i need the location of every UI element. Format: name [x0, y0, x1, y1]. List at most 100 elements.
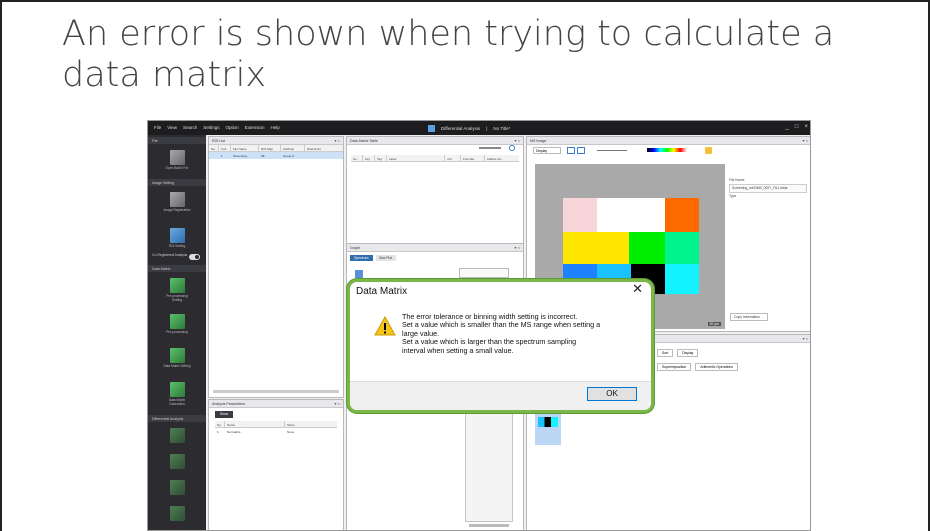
- show-parameters-button[interactable]: Show: [215, 411, 233, 418]
- fit-icon[interactable]: [567, 147, 575, 154]
- menu-file[interactable]: File: [154, 125, 161, 130]
- data-matrix-setting-button[interactable]: Data Matrix Setting: [161, 347, 193, 379]
- ms-pixel: [597, 198, 665, 232]
- dm-col-tag[interactable]: Tag: [375, 155, 387, 161]
- sort-button[interactable]: Sort: [657, 349, 674, 357]
- preprocessing-setting-label: Pre-processing Setting: [166, 294, 188, 302]
- panel-close-icon[interactable]: ▾ ×: [335, 138, 340, 143]
- roi-cell: [209, 152, 219, 159]
- close-window-button[interactable]: ×: [804, 124, 808, 130]
- ok-button[interactable]: OK: [587, 387, 637, 401]
- thumbnail-list-item[interactable]: [535, 413, 561, 445]
- warning-icon: [374, 316, 396, 336]
- menu-extension[interactable]: Extension: [245, 125, 265, 130]
- param-col-show[interactable]: Show: [285, 421, 305, 427]
- roi-list-title: ROI List ▾ ×: [209, 137, 343, 145]
- search-icon[interactable]: [509, 145, 515, 151]
- preprocessing-setting-button[interactable]: Pre-processing Setting: [161, 277, 193, 309]
- graph-scrollbar[interactable]: [469, 524, 509, 527]
- roi-list-header: Na Unit File Name ROI Map Attribute Data…: [209, 145, 343, 152]
- superimposition-button[interactable]: Superimposition: [657, 363, 692, 371]
- menu-view[interactable]: View: [167, 125, 177, 130]
- tab-spectrum[interactable]: Spectrum: [350, 255, 373, 261]
- panel-close-icon[interactable]: ▾ ×: [515, 138, 520, 143]
- maximize-button[interactable]: □: [795, 124, 799, 130]
- display-button[interactable]: Display: [677, 349, 699, 357]
- menu-option[interactable]: Option: [225, 125, 238, 130]
- roi-col-attribute[interactable]: Attribute: [281, 145, 305, 151]
- ms-image-toolbar: Display: [527, 145, 810, 157]
- roi-col-data-point[interactable]: Data Point: [305, 145, 343, 151]
- co-registered-toggle[interactable]: Co-Registered Analysis: [152, 253, 202, 263]
- slider-track[interactable]: [479, 147, 501, 149]
- panel-close-icon[interactable]: ▾ ×: [335, 401, 340, 406]
- minimize-button[interactable]: _: [786, 124, 789, 130]
- differential-button-4[interactable]: [161, 505, 193, 530]
- differential-3-icon: [169, 480, 185, 495]
- intensity-slider[interactable]: [597, 150, 627, 151]
- roi-list-scrollbar[interactable]: [213, 390, 339, 393]
- panel-close-icon[interactable]: ▾ ×: [515, 245, 520, 250]
- ms-image-info: File Name Screening_weSIMS_0097_FA1.imda…: [729, 177, 807, 200]
- ribbon-sidebar: File Open Batch File Image Setting Image…: [148, 135, 206, 530]
- analysis-parameters-panel: Analysis Parameters ▾ × Show No. Name Sh…: [208, 399, 344, 530]
- menu-search[interactable]: Search: [183, 125, 197, 130]
- dialog-message: The error tolerance or binning width set…: [402, 312, 648, 355]
- graph-tabs: Spectrum Box Plot: [347, 252, 523, 264]
- scale-bar-label: 20 µm: [707, 322, 721, 326]
- param-col-no[interactable]: No.: [215, 421, 225, 427]
- ribbon-section-file: File: [148, 137, 206, 144]
- title-bar: File View Search Settings Option Extensi…: [148, 121, 810, 135]
- dialog-footer: OK: [350, 381, 651, 410]
- zoom-icon[interactable]: [577, 147, 585, 154]
- data-matrix-calculation-button[interactable]: Data Matrix Calculation: [161, 381, 193, 413]
- dm-col-label[interactable]: Label: [387, 155, 445, 161]
- preprocessing-button[interactable]: Pre-processing: [161, 313, 193, 345]
- tab-box-plot[interactable]: Box Plot: [375, 255, 397, 261]
- arithmetic-operations-button[interactable]: Arithmetic Operations: [695, 363, 738, 371]
- file-name-value: Screening_weSIMS_0097_FA1.imda: [729, 184, 807, 193]
- dm-col-grp[interactable]: Grp: [363, 155, 375, 161]
- display-dropdown[interactable]: Display: [533, 147, 561, 154]
- graph-dropdown[interactable]: [459, 268, 509, 278]
- dm-col-formula[interactable]: Formula: [461, 155, 485, 161]
- param-cell: Normalize: [227, 429, 241, 434]
- image-registration-icon: [169, 192, 185, 207]
- co-registered-label: Co-Registered Analysis: [152, 253, 188, 257]
- ms-pixel: [665, 232, 699, 264]
- param-cell: None: [287, 429, 295, 434]
- dialog-close-button[interactable]: ✕: [632, 282, 643, 297]
- sun-icon[interactable]: [705, 147, 712, 154]
- slide-title: An error is shown when trying to calcula…: [62, 14, 835, 95]
- copy-information-button[interactable]: Copy Information: [730, 313, 768, 321]
- ribbon-section-data-matrix: Data Matrix: [148, 265, 206, 272]
- menu-settings[interactable]: Settings: [203, 125, 219, 130]
- data-matrix-table-header: No. Grp Tag Label m/z Formula Adduct Ion: [351, 155, 519, 162]
- panel-close-icon[interactable]: ▾ ×: [803, 336, 808, 341]
- preprocessing-icon: [169, 314, 185, 329]
- dm-col-adduct-ion[interactable]: Adduct Ion: [485, 155, 515, 161]
- data-matrix-table-title: Data Matrix Table ▾ ×: [347, 137, 523, 145]
- color-scale-bar[interactable]: [647, 148, 687, 152]
- roi-col-roi-map[interactable]: ROI Map: [259, 145, 281, 151]
- data-matrix-table-panel: Data Matrix Table ▾ × No. Grp Tag Label …: [346, 136, 524, 258]
- roi-col-na[interactable]: Na: [209, 145, 219, 151]
- open-batch-file-button[interactable]: Open Batch File: [161, 149, 193, 181]
- data-matrix-toolbar: [347, 145, 523, 155]
- table-row[interactable]: 1 Normalize None: [215, 428, 337, 435]
- menu-help[interactable]: Help: [271, 125, 280, 130]
- dm-col-no[interactable]: No.: [351, 155, 363, 161]
- roi-col-unit[interactable]: Unit: [219, 145, 231, 151]
- ms-pixel: [665, 264, 699, 294]
- app-logo-icon: [428, 125, 435, 132]
- dm-col-mz[interactable]: m/z: [445, 155, 461, 161]
- param-col-name[interactable]: Name: [225, 421, 285, 427]
- ribbon-section-image-setting: Image Setting: [148, 179, 206, 186]
- table-row[interactable]: 1 Screening... ML Group A: [209, 152, 343, 159]
- graph-title: Graph ▾ ×: [347, 244, 523, 252]
- graph-tool-icon[interactable]: [355, 270, 363, 278]
- image-registration-button[interactable]: Image Registration: [161, 191, 193, 223]
- panel-close-icon[interactable]: ▾ ×: [803, 138, 808, 143]
- roi-list-panel: ROI List ▾ × Na Unit File Name ROI Map A…: [208, 136, 344, 398]
- roi-col-file-name[interactable]: File Name: [231, 145, 259, 151]
